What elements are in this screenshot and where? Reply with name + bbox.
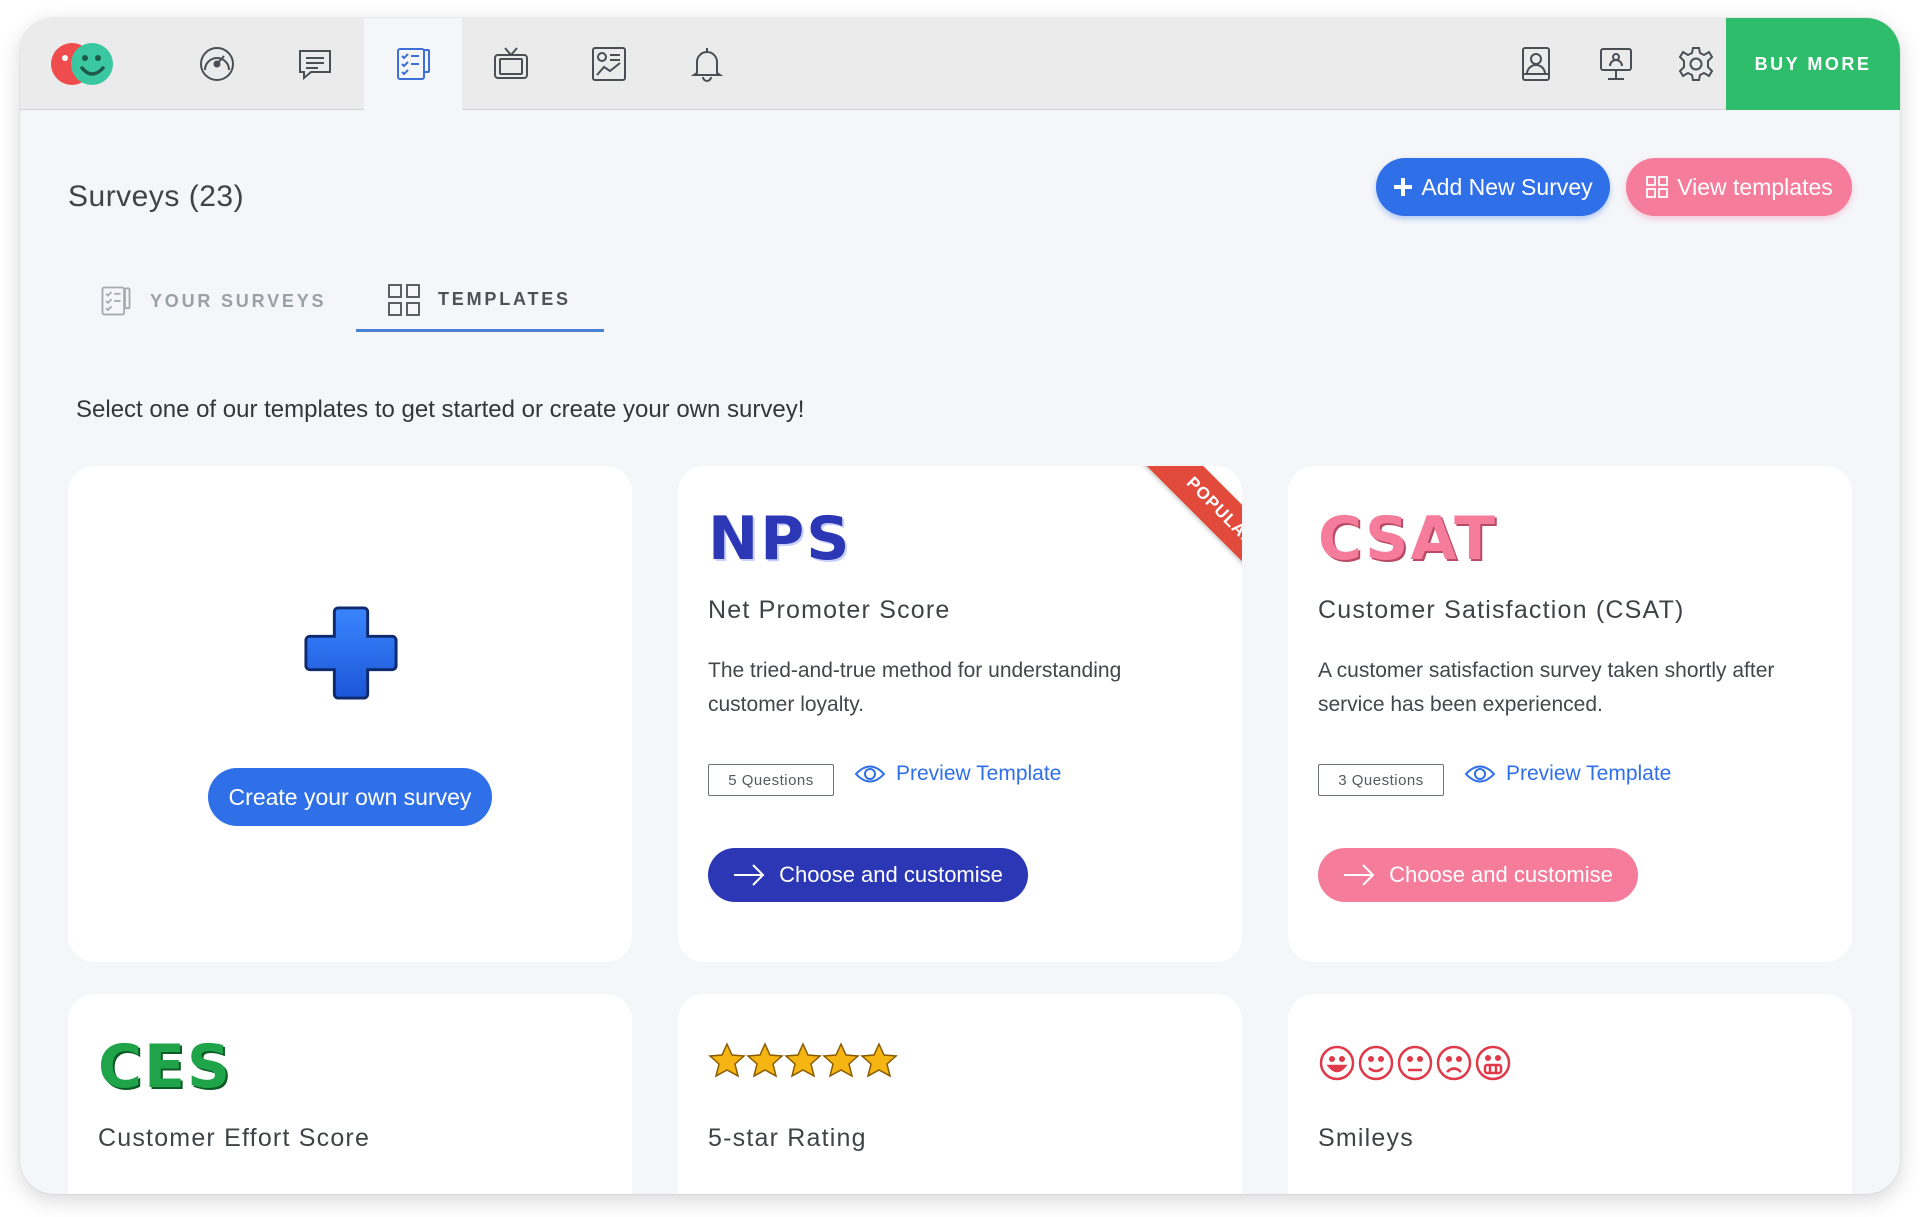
dashboard-gauge-icon bbox=[200, 47, 234, 81]
csat-description: A customer satisfaction survey taken sho… bbox=[1318, 659, 1775, 716]
nav-notifications-button[interactable] bbox=[658, 18, 756, 110]
csat-preview-template-link[interactable]: Preview Template bbox=[1464, 762, 1671, 786]
ces-title: Customer Effort Score bbox=[98, 1124, 371, 1152]
eye-icon bbox=[854, 765, 886, 783]
arrow-right-icon bbox=[734, 864, 765, 886]
popular-badge: POPULAR bbox=[1139, 466, 1242, 594]
nav-contacts-button[interactable] bbox=[1496, 18, 1576, 110]
ces-logo: CES bbox=[98, 1032, 233, 1102]
tab-templates[interactable]: TEMPLATES bbox=[356, 270, 604, 332]
nav-reports-button[interactable] bbox=[560, 18, 658, 110]
csat-template-card: CSAT Customer Satisfaction (CSAT) A cust… bbox=[1288, 466, 1852, 962]
add-new-survey-label: Add New Survey bbox=[1421, 173, 1593, 200]
nps-description: The tried-and-true method for understand… bbox=[708, 659, 1122, 716]
tab-your-surveys-label: YOUR SURVEYS bbox=[150, 290, 327, 311]
ces-template-card: CES Customer Effort Score bbox=[68, 994, 632, 1194]
tv-display-icon bbox=[494, 47, 528, 79]
csat-title: Customer Satisfaction (CSAT) bbox=[1318, 596, 1685, 624]
popular-ribbon: POPULAR bbox=[1110, 466, 1242, 598]
view-templates-label: View templates bbox=[1677, 173, 1833, 200]
buy-more-button[interactable]: BUY MORE bbox=[1726, 18, 1900, 110]
five-stars-icon bbox=[709, 1043, 897, 1077]
nps-title: Net Promoter Score bbox=[708, 596, 951, 624]
csat-logo: CSAT bbox=[1318, 504, 1498, 574]
grid-icon bbox=[388, 283, 420, 316]
tab-templates-label: TEMPLATES bbox=[438, 289, 571, 309]
plus-icon bbox=[1394, 178, 1413, 196]
nps-choose-label: Choose and customise bbox=[779, 862, 1003, 887]
smileys-template-card: Smileys bbox=[1288, 994, 1852, 1194]
feedback-chat-icon bbox=[299, 50, 331, 81]
surveys-checklist-icon bbox=[397, 48, 430, 80]
five-star-template-card: 5-star Rating bbox=[678, 994, 1242, 1194]
smileys-faces-icon bbox=[1319, 1045, 1511, 1081]
app-window: BUY MORE Surveys (23) Add New Survey Vie… bbox=[20, 18, 1900, 1194]
tab-your-surveys[interactable]: YOUR SURVEYS bbox=[98, 270, 326, 332]
smileys-title: Smileys bbox=[1318, 1124, 1414, 1152]
view-templates-button[interactable]: View templates bbox=[1626, 158, 1852, 216]
settings-gear-icon bbox=[1678, 47, 1714, 81]
nav-presentation-button[interactable] bbox=[1576, 18, 1656, 110]
nav-feedback-button[interactable] bbox=[266, 18, 364, 110]
nav-settings-button[interactable] bbox=[1656, 18, 1736, 110]
grid-icon bbox=[1646, 176, 1669, 198]
notifications-bell-icon bbox=[690, 48, 724, 82]
large-plus-icon[interactable] bbox=[302, 604, 400, 702]
contacts-icon bbox=[1522, 47, 1550, 81]
app-logo-icon[interactable] bbox=[48, 40, 118, 88]
create-survey-card: Create your own survey bbox=[68, 466, 632, 962]
csat-choose-customise-button[interactable]: Choose and customise bbox=[1318, 848, 1638, 902]
nps-logo: NPS bbox=[708, 504, 852, 574]
create-your-own-survey-button[interactable]: Create your own survey bbox=[208, 768, 492, 826]
csat-preview-label: Preview Template bbox=[1506, 762, 1672, 785]
top-navigation: BUY MORE bbox=[20, 18, 1900, 110]
csat-choose-label: Choose and customise bbox=[1389, 862, 1613, 887]
csat-questions-count: 3 Questions bbox=[1318, 764, 1444, 796]
arrow-right-icon bbox=[1344, 864, 1375, 886]
nav-dashboard-button[interactable] bbox=[168, 18, 266, 110]
nav-surveys-button[interactable] bbox=[364, 18, 462, 110]
reports-chart-icon bbox=[592, 47, 626, 81]
nps-choose-customise-button[interactable]: Choose and customise bbox=[708, 848, 1028, 902]
nps-template-card: NPS Net Promoter Score The tried-and-tru… bbox=[678, 466, 1242, 962]
eye-icon bbox=[1464, 765, 1496, 783]
nav-tv-button[interactable] bbox=[462, 18, 560, 110]
page-title: Surveys (23) bbox=[68, 180, 245, 213]
nps-preview-label: Preview Template bbox=[896, 762, 1062, 785]
five-star-title: 5-star Rating bbox=[708, 1124, 867, 1152]
nps-preview-template-link[interactable]: Preview Template bbox=[854, 762, 1061, 786]
presentation-icon bbox=[1600, 48, 1632, 80]
add-new-survey-button[interactable]: Add New Survey bbox=[1376, 158, 1610, 216]
checklist-icon bbox=[101, 286, 131, 316]
nps-questions-count: 5 Questions bbox=[708, 764, 834, 796]
templates-intro-text: Select one of our templates to get start… bbox=[76, 396, 805, 423]
